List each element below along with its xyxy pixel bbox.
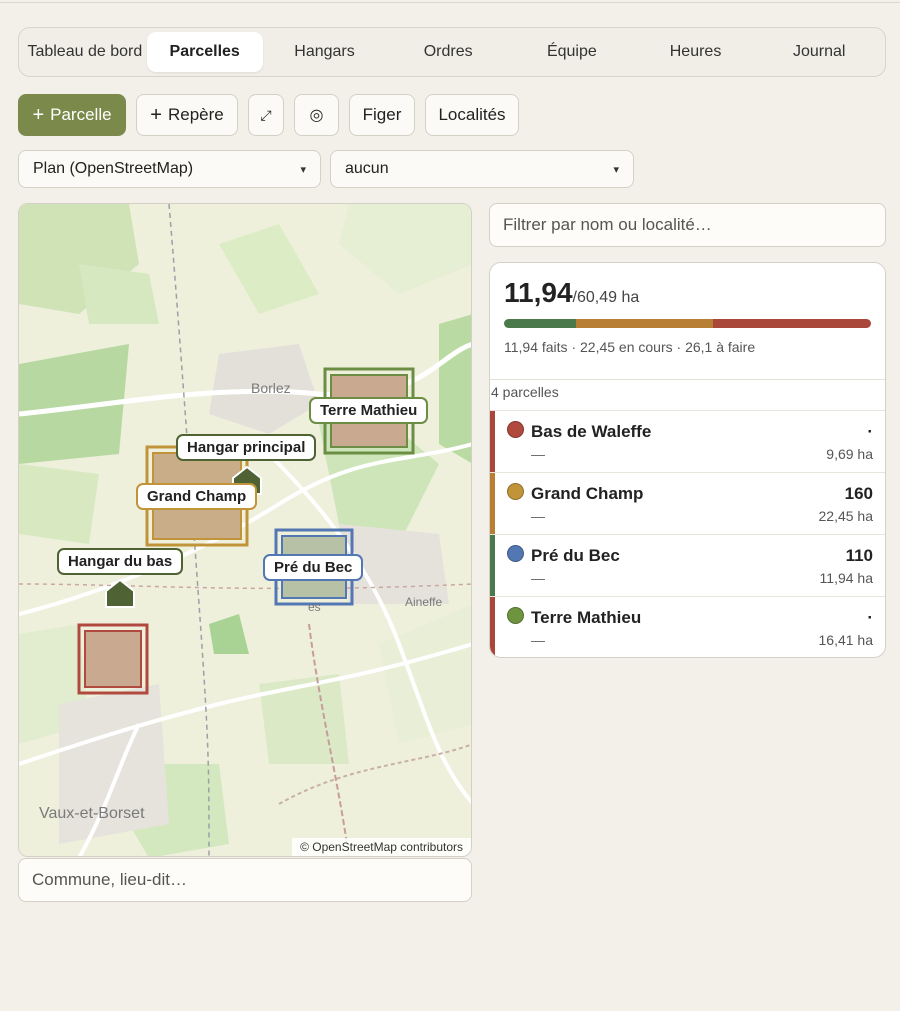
add-parcel-label: Parcelle [50,105,112,124]
parcel-count: 4 parcelles [491,384,559,400]
parcel-sub: — [531,570,545,586]
chevron-down-icon: ▾ [300,163,306,176]
shed-label-bas[interactable]: Hangar du bas [57,548,184,575]
map-attribution[interactable]: © OpenStreetMap contributors [292,838,471,856]
shed-label-principal[interactable]: Hangar principal [176,434,317,461]
parcel-area: 9,69 ha [826,446,873,462]
parcel-label-grand-champ[interactable]: Grand Champ [136,483,258,510]
top-border [0,0,900,3]
status-bar [490,535,495,596]
place-label-aineffe: Aineffe [405,595,443,609]
localities-button[interactable]: Localités [425,94,519,136]
tab-dashboard[interactable]: Tableau de bord [23,32,147,72]
progress-bar [504,319,871,328]
overlay-value: aucun [345,160,389,177]
add-marker-button[interactable]: + Repère [136,94,238,136]
overlay-select[interactable]: aucun ▾ [330,150,634,188]
total-area: /60,49 ha [572,289,640,306]
target-icon: ◎ [309,107,324,124]
main-tabs: Tableau de bord Parcelles Hangars Ordres… [18,27,886,77]
parcel-sub: — [531,632,545,648]
expand-icon: ⤢ [260,106,272,123]
place-label-road: es [308,600,321,614]
parcel-area: 16,41 ha [818,632,874,648]
status-bar [490,473,495,534]
fit-bounds-button[interactable]: ⤢ [248,94,284,136]
status-bar [490,597,495,657]
tab-sheds[interactable]: Hangars [263,32,387,72]
list-item[interactable]: Pré du Bec — 110 11,94 ha [490,534,885,596]
parcel-area: 11,94 ha [819,570,873,586]
color-dot [507,607,524,624]
place-label-vaux-et-borset: Vaux-et-Borset [39,805,145,822]
parcel-label-terre-mathieu[interactable]: Terre Mathieu [309,397,429,424]
parcel-area: 22,45 ha [818,508,874,524]
done-area: 11,94 [504,277,573,308]
parcel-panel: 11,94/60,49 ha 11,94 faits · 22,45 en co… [489,262,886,658]
parcel-code: 160 [844,484,873,503]
parcel-name: Pré du Bec [531,546,620,565]
basemap-value: Plan (OpenStreetMap) [33,160,194,177]
progress-legend: 11,94 faits · 22,45 en cours · 26,1 à fa… [504,339,756,355]
area-summary: 11,94/60,49 ha 11,94 faits · 22,45 en co… [490,263,885,380]
parcel-code: 110 [845,546,873,565]
plus-icon: + [32,104,45,126]
tab-team[interactable]: Équipe [510,32,634,72]
parcel-code: · [867,422,873,441]
parcel-name: Grand Champ [531,484,644,503]
plus-icon: + [150,104,162,126]
map-tiles [19,204,471,856]
parcel-sub: — [531,446,545,462]
localities-label: Localités [438,105,506,124]
progress-in-progress [576,319,713,328]
parcel-filter-input[interactable] [489,203,886,247]
freeze-button[interactable]: Figer [349,94,415,136]
color-dot [507,421,524,438]
color-dot [507,545,524,562]
status-bar [490,411,495,472]
chevron-down-icon: ▾ [613,163,619,176]
list-item[interactable]: Grand Champ — 160 22,45 ha [490,472,885,534]
add-marker-label: Repère [167,105,224,124]
color-dot [507,483,524,500]
tab-journal[interactable]: Journal [757,32,881,72]
place-label-borlez: Borlez [251,380,291,396]
tab-orders[interactable]: Ordres [386,32,510,72]
tab-hours[interactable]: Heures [634,32,758,72]
toolbar: + Parcelle + Repère ⤢ ◎ Figer Localités [18,94,519,136]
place-search-input[interactable] [18,858,472,902]
add-parcel-button[interactable]: + Parcelle [18,94,126,136]
locate-button[interactable]: ◎ [294,94,339,136]
parcel-name: Terre Mathieu [531,608,642,627]
basemap-select[interactable]: Plan (OpenStreetMap) ▾ [18,150,321,188]
progress-todo [712,319,871,328]
parcel-label-pre-du-bec[interactable]: Pré du Bec [263,554,364,581]
parcel-code: · [867,608,873,627]
tab-parcels[interactable]: Parcelles [146,32,263,72]
map-view[interactable]: Borlez Aineffe Vaux-et-Borset es Terre M… [18,203,472,857]
list-item[interactable]: Bas de Waleffe — · 9,69 ha [490,410,885,472]
freeze-label: Figer [362,105,402,124]
progress-done [504,319,577,328]
list-item[interactable]: Terre Mathieu — · 16,41 ha [490,596,885,657]
parcel-name: Bas de Waleffe [531,422,652,441]
parcel-sub: — [531,508,545,524]
